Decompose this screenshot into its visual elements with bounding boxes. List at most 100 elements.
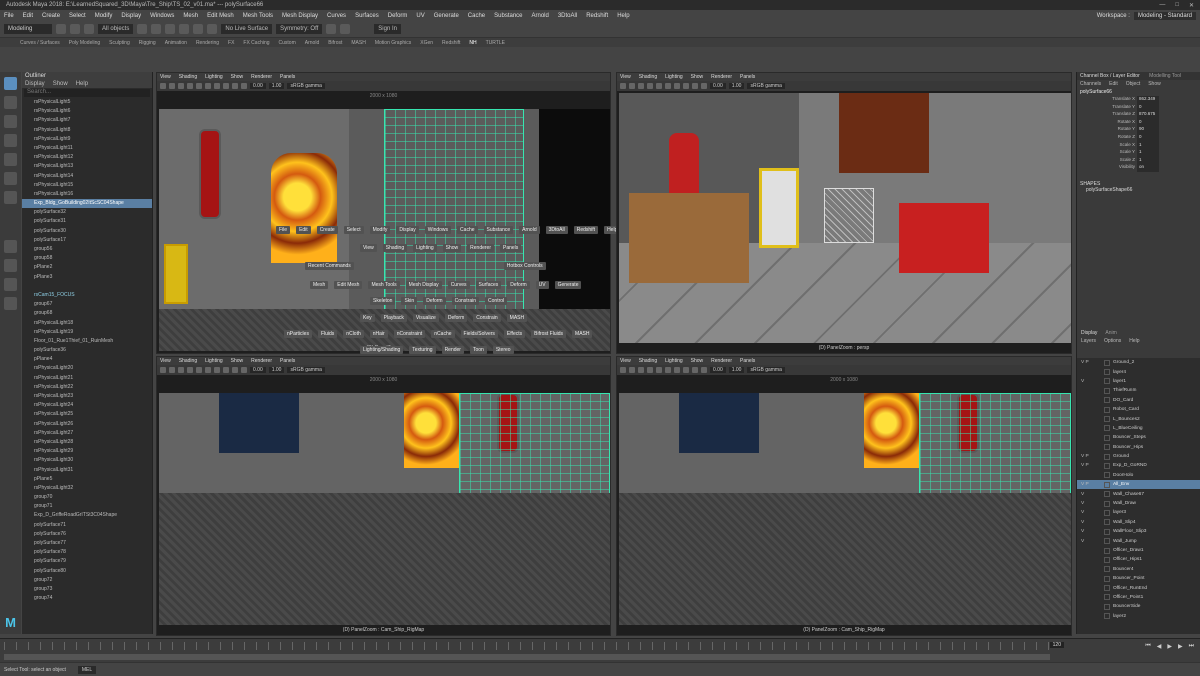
lights-icon[interactable] [665,83,671,89]
layer-row[interactable]: BouncerSide [1077,602,1200,611]
open-scene-icon[interactable] [70,24,80,34]
exposure-field[interactable]: 0.00 [710,83,726,89]
vp-menu-view[interactable]: View [160,74,171,80]
timeline-ruler[interactable] [4,642,1050,650]
layer-visibility-toggle[interactable]: V [1077,492,1101,497]
shelf-tab-custom[interactable]: Custom [279,40,296,46]
layer-row[interactable]: L_BlueCeiling [1077,424,1200,433]
menu-help[interactable]: Help [617,13,629,19]
gamma-field[interactable]: 1.00 [268,83,285,89]
layer-visibility-toggle[interactable]: V P [1077,463,1101,468]
isolate-icon[interactable] [223,83,229,89]
resolution-gate-icon[interactable] [241,83,247,89]
shelf-tab-redshift[interactable]: Redshift [442,40,460,46]
gamma-field[interactable]: 1.00 [268,367,285,373]
shelf-tab-turtle[interactable]: TURTLE [486,40,505,46]
layer-row[interactable]: Vlayer3 [1077,508,1200,517]
attribute-row[interactable]: Scale X1 [1077,141,1200,150]
layer-color-swatch[interactable] [1104,406,1110,413]
textured-icon[interactable] [196,367,202,373]
hotbox-item[interactable]: Select [343,226,364,234]
hotbox-item[interactable]: Deform [444,314,468,322]
layer-color-swatch[interactable] [1104,519,1110,526]
outliner-menu-show[interactable]: Show [53,81,68,87]
lights-icon[interactable] [665,367,671,373]
attribute-value-field[interactable]: 1 [1137,149,1159,157]
layer-color-swatch[interactable] [1104,594,1110,601]
vp-menu-view[interactable]: View [160,358,171,364]
outliner-item[interactable]: pPlane5 [22,475,152,484]
layer-visibility-toggle[interactable]: V [1077,529,1101,534]
cb-menu-channels[interactable]: Channels [1080,81,1101,87]
attribute-value-field[interactable]: 90 [1137,126,1159,134]
live-surface-field[interactable]: No Live Surface [221,24,273,34]
attribute-value-field[interactable]: 0 [1137,118,1159,127]
attribute-row[interactable]: Rotate Z0 [1077,133,1200,142]
outliner-item[interactable]: rsPhysicalLight13 [22,162,152,171]
sign-in-button[interactable]: Sign In [374,24,401,34]
play-icon[interactable]: ▶ [1167,643,1172,650]
vp-menu-lighting[interactable]: Lighting [665,358,683,364]
channel-box-tab[interactable]: Channel Box / Layer Editor [1080,73,1140,79]
outliner-item[interactable]: Exp_Bldg_GoBuilding02ItScSC04Shape [22,199,152,209]
outliner-item[interactable]: rsPhysicalLight9 [22,135,152,144]
hotbox-item[interactable]: Show [442,244,462,252]
outliner-item[interactable]: rsPhysicalLight32 [22,484,152,493]
step-back-icon[interactable]: ◀ [1157,643,1162,650]
outliner-item[interactable]: group67 [22,300,152,309]
attribute-row[interactable]: Translate Y0 [1077,103,1200,112]
hotbox-item[interactable]: View [360,244,377,252]
layer-row[interactable]: V P Ground_2 [1077,358,1200,367]
go-to-start-icon[interactable]: ⏮ [1145,643,1150,650]
vp-menu-panels[interactable]: Panels [280,358,295,364]
outliner-item[interactable]: rsCam15_FOCUS [22,291,152,300]
layer-row[interactable]: DO_Card [1077,396,1200,405]
hotbox-item[interactable]: UV [535,281,549,289]
shadows-icon[interactable] [674,367,680,373]
mel-toggle[interactable]: MEL [77,665,97,674]
layer-row[interactable]: ThiefRunIn [1077,386,1200,395]
hotbox-item[interactable]: Arnold [519,226,540,234]
shadows-icon[interactable] [674,83,680,89]
exposure-field[interactable]: 0.00 [250,367,266,373]
layer-visibility-toggle[interactable]: V P [1077,360,1101,365]
menu-redshift[interactable]: Redshift [586,13,608,19]
layer-menu-options[interactable]: Options [1104,338,1121,346]
layer-row[interactable]: V Wall_Jump [1077,536,1200,545]
menu-cache[interactable]: Cache [468,13,485,19]
layer-visibility-toggle[interactable]: V [1077,501,1101,506]
outliner-item[interactable]: pPlane3 [22,273,152,282]
outliner-item[interactable]: pPlane4 [22,355,152,364]
attribute-value-field[interactable]: 0 [1137,133,1159,142]
layer-visibility-toggle[interactable]: V [1077,539,1101,544]
exposure-field[interactable]: 0.00 [250,83,266,89]
hotbox-item[interactable]: Stereo [492,346,514,354]
layer-color-swatch[interactable] [1104,547,1110,554]
layer-color-swatch[interactable] [1104,603,1110,610]
shelf-tab-poly-modeling[interactable]: Poly Modeling [69,40,100,46]
hotbox-item[interactable]: Playback [380,314,407,322]
outliner-item[interactable]: rsPhysicalLight7 [22,116,152,125]
shelf-tab-motion-graphics[interactable]: Motion Graphics [375,40,411,46]
hotbox-item[interactable]: Mesh Tools [368,281,400,289]
outliner-item[interactable]: rsPhysicalLight22 [22,383,152,392]
hotbox-item[interactable]: 3DtoAll [545,226,568,234]
hotbox-item[interactable]: nCloth [343,330,364,338]
layer-menu-help[interactable]: Help [1129,338,1139,346]
save-scene-icon[interactable] [84,24,94,34]
layer-row[interactable]: layer2 [1077,612,1200,621]
workspace-dropdown[interactable]: Modeling - Standard [1133,11,1196,20]
hotbox-item[interactable]: Render [441,346,464,354]
grid-icon[interactable] [169,367,175,373]
layer-row[interactable]: Officer_Point1 [1077,593,1200,602]
vp-menu-renderer[interactable]: Renderer [711,74,732,80]
layer-color-swatch[interactable] [1104,416,1110,423]
hotbox-item[interactable]: Deform [507,281,530,289]
shelf-tab-bifrost[interactable]: Bifrost [328,40,342,46]
layer-color-swatch[interactable] [1104,575,1110,582]
vp-menu-renderer[interactable]: Renderer [251,358,272,364]
vp-menu-show[interactable]: Show [231,358,244,364]
outliner-layout-icon[interactable] [4,297,17,310]
grid-icon[interactable] [169,83,175,89]
hotbox-item[interactable]: Curves [447,281,470,289]
